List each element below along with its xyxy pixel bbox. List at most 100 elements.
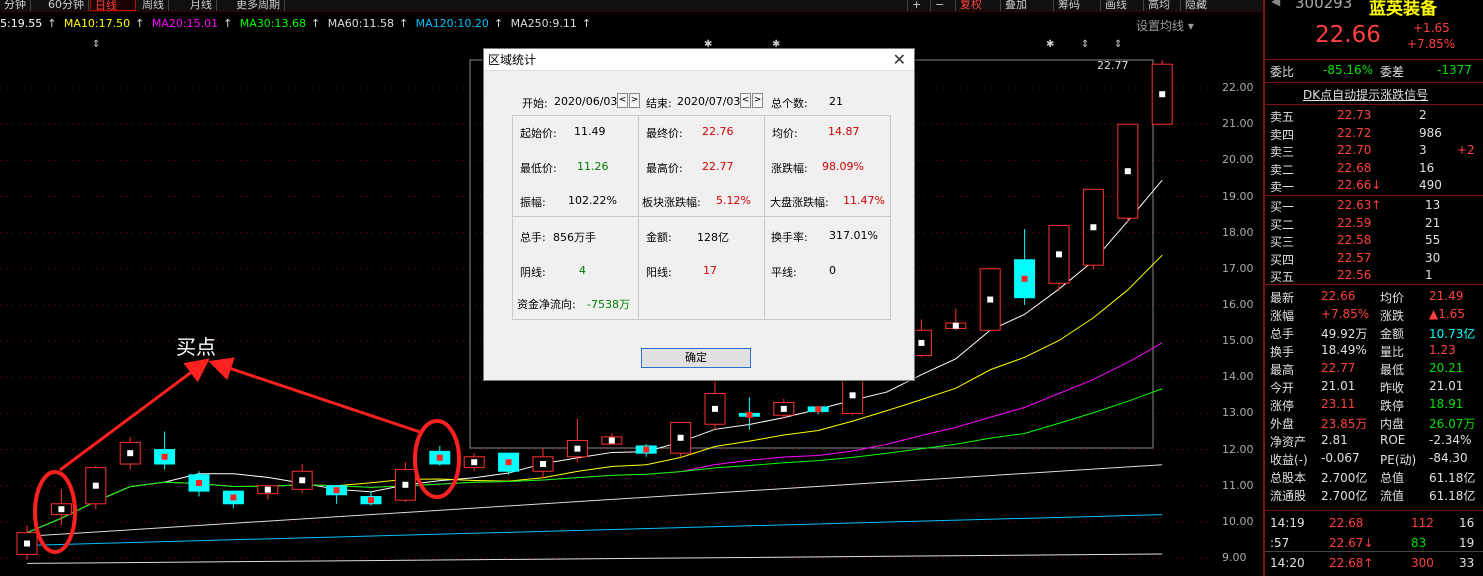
- volume-label: 总手:: [520, 231, 546, 244]
- bid-volume: 1: [1425, 268, 1433, 282]
- divider: [1265, 510, 1483, 511]
- end-prev-button[interactable]: <: [740, 93, 751, 108]
- weibi-label: 委比: [1270, 65, 1295, 79]
- ask-label: 卖一: [1270, 180, 1295, 194]
- change-label: 涨跌幅:: [771, 162, 808, 175]
- candle-marker: [987, 296, 994, 303]
- stat-label: 跌停: [1380, 399, 1405, 413]
- bid-price: 22.63↑: [1337, 198, 1382, 212]
- stat-label: 内盘: [1380, 417, 1405, 431]
- stat-label: 总手: [1270, 327, 1295, 341]
- y-tick-label: 12.00: [1222, 442, 1254, 456]
- bid-price: 22.58: [1337, 233, 1372, 247]
- candle-marker: [436, 454, 443, 461]
- stat-value: -2.34%: [1429, 433, 1472, 447]
- candle-marker: [1124, 168, 1131, 175]
- divider: [1265, 284, 1483, 285]
- bid-price: 22.57: [1337, 250, 1372, 265]
- count-value: 21: [829, 95, 843, 108]
- tick-row: 14:19 22.68 112 16: [1265, 516, 1483, 533]
- weibi-value: -85.16%: [1323, 63, 1374, 77]
- start-prev-button[interactable]: <: [617, 93, 628, 108]
- close-icon[interactable]: ✕: [893, 50, 906, 69]
- candle-marker: [643, 446, 650, 453]
- stat-row: 最新 22.66 均价 21.49: [1265, 289, 1483, 306]
- y-tick-label: 11.00: [1222, 478, 1254, 492]
- stat-value: 61.18亿: [1429, 471, 1476, 485]
- end-date[interactable]: 2020/07/03: [677, 95, 740, 108]
- negative-label: 阴线:: [520, 266, 546, 279]
- weicha-label: 委差: [1380, 65, 1405, 79]
- ok-button[interactable]: 确定: [641, 348, 751, 368]
- stat-row: 涨停 23.11 跌停 18.91: [1265, 397, 1483, 414]
- stat-label: 涨跌: [1380, 309, 1405, 323]
- start-date[interactable]: 2020/06/03: [554, 95, 617, 108]
- y-tick-label: 9.00: [1222, 551, 1247, 564]
- candle-marker: [1090, 224, 1097, 231]
- ask-volume: 16: [1419, 160, 1435, 175]
- candle-marker: [780, 405, 787, 412]
- candle-marker: [952, 322, 959, 329]
- stock-code: 300293: [1295, 0, 1353, 12]
- bid-label: 买五: [1270, 270, 1295, 284]
- y-tick-label: 16.00: [1222, 297, 1254, 311]
- candle-marker: [712, 405, 718, 412]
- candle-marker: [161, 453, 168, 460]
- signal-label: DK点自动提示涨跌信号: [1303, 88, 1429, 102]
- annotation-arrow: [208, 357, 421, 434]
- bid-price: 22.59: [1337, 215, 1372, 230]
- candle-marker: [58, 506, 65, 513]
- stat-value: 21.01: [1429, 379, 1464, 393]
- start-label: 开始:: [522, 97, 548, 110]
- stat-label: 涨停: [1270, 399, 1295, 413]
- stat-value: 20.21: [1429, 361, 1464, 375]
- close-value: 22.76: [702, 125, 734, 138]
- start-next-button[interactable]: >: [629, 93, 640, 108]
- ask-label: 卖三: [1270, 145, 1295, 159]
- stat-value: 21.01: [1321, 379, 1356, 393]
- tick-price: 22.68↑: [1329, 556, 1374, 570]
- stat-label: 总股本: [1270, 471, 1307, 485]
- stat-value: 61.18亿: [1429, 489, 1476, 503]
- candle-marker: [264, 486, 271, 493]
- stat-value: 22.66: [1321, 289, 1356, 303]
- tick-time: :57: [1270, 536, 1290, 550]
- bid-row: 买一 22.63↑ 13: [1265, 198, 1483, 215]
- signal-link[interactable]: DK点自动提示涨跌信号: [1265, 86, 1483, 103]
- weibi-row: 委比 -85.16% 委差 -1377: [1265, 63, 1483, 80]
- tick-time: 14:20: [1270, 556, 1305, 570]
- divider: [1265, 195, 1483, 196]
- stat-label: ROE: [1380, 433, 1406, 447]
- stat-label: 均价: [1380, 291, 1405, 305]
- ask-price: 22.70: [1337, 143, 1372, 157]
- stat-row: 净资产 2.81 ROE -2.34%: [1265, 433, 1483, 450]
- ask-price: 22.68: [1337, 160, 1372, 175]
- market-change-value: 11.47%: [843, 194, 885, 207]
- collapse-icon[interactable]: ◀: [1271, 0, 1280, 8]
- candle-marker: [677, 434, 684, 441]
- bid-row: 买五 22.56 1: [1265, 268, 1483, 285]
- stat-row: 总手 49.92万 金额 10.73亿: [1265, 325, 1483, 342]
- stat-value: 10.73亿: [1429, 327, 1476, 341]
- end-next-button[interactable]: >: [752, 93, 763, 108]
- high-value: 22.77: [702, 160, 734, 173]
- quote-header: ◀ 300293 蓝英装备: [1265, 0, 1483, 19]
- candle-marker: [24, 540, 30, 547]
- market-change-label: 大盘涨跌幅:: [770, 196, 829, 209]
- candle-marker: [1159, 91, 1166, 98]
- tick-count: 16: [1459, 516, 1475, 530]
- stat-value: 23.11: [1321, 397, 1356, 411]
- quote-panel: ◀ 300293 蓝英装备 22.66 +1.65 +7.85% 委比 -85.…: [1265, 0, 1483, 576]
- candle-marker: [540, 461, 546, 468]
- tick-time: 14:19: [1270, 516, 1305, 530]
- ask-volume: 490: [1419, 178, 1442, 192]
- buy-point-label: 买点: [176, 335, 216, 359]
- amplitude-label: 振幅:: [520, 196, 546, 209]
- high-price-label: 22.77: [1097, 59, 1129, 72]
- stat-label: 换手: [1270, 345, 1295, 359]
- signal-marker-icon: ⇕: [1081, 39, 1089, 50]
- positive-label: 阳线:: [646, 266, 672, 279]
- negative-value: 4: [579, 264, 586, 277]
- ask-price: 22.73: [1337, 108, 1372, 122]
- divider: [1265, 104, 1483, 105]
